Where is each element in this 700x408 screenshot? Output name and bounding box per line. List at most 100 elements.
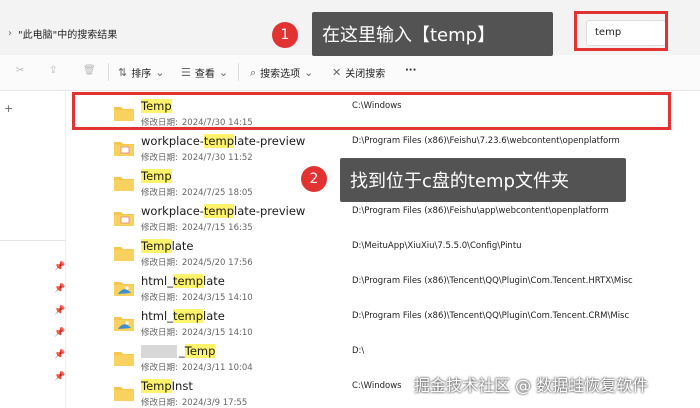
folder-app-icon	[114, 210, 134, 226]
folder-icon	[114, 385, 134, 401]
modified-date-value: 2024/3/9 17:55	[181, 398, 248, 408]
file-name: html_template	[141, 309, 225, 323]
navigation-pane: + 📌 📌 📌 📌 📌 📌	[0, 92, 66, 408]
command-bar: ✂ ⇪ 🗑 ⇅ 排序 ⌄ ☰ 查看 ⌄ ⌕ 搜索选项 ⌄ ✕ 关闭搜索 ···	[0, 55, 700, 91]
file-path: D:\	[352, 346, 365, 356]
file-name-match: temp	[203, 204, 235, 218]
search-highlight-box	[574, 11, 668, 51]
file-name-prefix: workplace-	[141, 204, 204, 218]
modified-date-value: 2024/3/15 14:10	[181, 328, 253, 338]
modified-date-label: 修改日期:	[141, 398, 178, 408]
file-name-suffix: late	[203, 309, 225, 323]
search-options-button[interactable]: ⌕ 搜索选项 ⌄	[250, 65, 314, 81]
folder-image-icon	[114, 280, 134, 296]
breadcrumb[interactable]: › "此电脑"中的搜索结果	[8, 26, 117, 41]
close-search-label: 关闭搜索	[345, 69, 386, 80]
file-path: D:\Program Files (x86)\Feishu\app\webcon…	[352, 206, 609, 216]
file-name-match: temp	[203, 134, 235, 148]
callout-step-1: 在这里输入【temp】	[312, 12, 553, 56]
modified-date-value: 2024/3/11 10:04	[181, 363, 253, 373]
pin-icon[interactable]: 📌	[54, 372, 65, 382]
file-name-match: Temp	[141, 169, 172, 183]
modified-date-label: 修改日期:	[141, 328, 178, 338]
close-search-button[interactable]: ✕ 关闭搜索	[332, 65, 385, 80]
search-options-label: 搜索选项	[260, 69, 301, 80]
delete-icon[interactable]: 🗑	[83, 65, 96, 76]
modified-date-label: 修改日期:	[141, 258, 178, 268]
file-name-suffix: late	[171, 239, 194, 253]
file-name-suffix: Inst	[171, 379, 193, 393]
file-modified-date: 修改日期: 2024/3/9 17:55	[141, 396, 247, 408]
file-name-match: temp	[172, 274, 204, 288]
pin-icon[interactable]: 📌	[54, 328, 65, 338]
sort-button[interactable]: ⇅ 排序 ⌄	[118, 65, 164, 80]
file-name: Template	[141, 239, 193, 253]
more-button[interactable]: ···	[405, 65, 416, 76]
file-path: D:\Program Files (x86)\Tencent\QQ\Plugin…	[352, 276, 633, 286]
folder-app-icon	[114, 140, 134, 156]
file-name-prefix: html_	[141, 274, 173, 288]
file-path: D:\MeituApp\XiuXiu\7.5.5.0\Config\Pintu	[352, 241, 522, 251]
sort-label: 排序	[131, 69, 152, 80]
pin-icon[interactable]: 📌	[54, 284, 65, 294]
modified-date-value: 2024/3/15 14:10	[181, 293, 253, 303]
view-icon: ☰	[181, 66, 191, 79]
toolbar-divider	[238, 63, 239, 81]
file-path: C:\Windows	[352, 381, 402, 391]
file-path: D:\Program Files (x86)\Tencent\QQ\Plugin…	[352, 311, 630, 321]
file-row[interactable]: _Temp 修改日期: 2024/3/11 10:04 D:\	[66, 340, 700, 375]
file-name: workplace-template-preview	[141, 134, 305, 148]
folder-icon	[114, 245, 134, 261]
file-name-match: temp	[172, 309, 204, 323]
file-row[interactable]: workplace-template-preview 修改日期: 2024/7/15…	[66, 200, 700, 235]
file-modified-date: 修改日期: 2024/7/30 11:52	[141, 151, 253, 163]
file-name: workplace-template-preview	[141, 204, 305, 218]
modified-date-value: 2024/7/25 18:05	[181, 188, 253, 198]
file-path: D:\Program Files (x86)\Feishu\7.23.6\web…	[352, 136, 620, 146]
plus-icon[interactable]: +	[4, 102, 13, 115]
modified-date-label: 修改日期:	[141, 188, 178, 198]
watermark: 掘金技术社区 @ 数据蛙恢复软件	[414, 376, 649, 395]
file-name-suffix: late-preview	[234, 204, 306, 218]
file-modified-date: 修改日期: 2024/7/25 18:05	[141, 186, 253, 198]
modified-date-label: 修改日期:	[141, 223, 178, 233]
close-icon: ✕	[332, 66, 342, 79]
chevron-right-icon[interactable]: ›	[8, 28, 12, 39]
file-name: _Temp	[141, 344, 216, 358]
file-name-suffix: late-preview	[234, 134, 306, 148]
file-row[interactable]: html_template 修改日期: 2024/3/15 14:10 D:\Prog…	[66, 270, 700, 305]
file-name-prefix: _	[179, 344, 185, 358]
chevron-down-icon: ⌄	[155, 66, 165, 79]
modified-date-label: 修改日期:	[141, 153, 178, 163]
search-icon: ⌕	[250, 65, 257, 79]
pin-icon[interactable]: 📌	[54, 262, 65, 272]
pin-icon[interactable]: 📌	[54, 350, 65, 360]
file-name: Temp	[141, 169, 172, 183]
file-name: html_template	[141, 274, 225, 288]
cut-icon[interactable]: ✂	[16, 65, 24, 76]
chevron-down-icon: ⌄	[304, 66, 314, 79]
breadcrumb-label: "此电脑"中的搜索结果	[18, 30, 118, 41]
modified-date-label: 修改日期:	[141, 293, 178, 303]
file-row[interactable]: Template 修改日期: 2024/5/20 17:56 D:\MeituApp\…	[66, 235, 700, 270]
file-modified-date: 修改日期: 2024/5/20 17:56	[141, 256, 253, 268]
view-button[interactable]: ☰ 查看 ⌄	[181, 65, 228, 80]
search-results-list: Temp 修改日期: 2024/7/30 14:15 C:\Windows workpl…	[66, 92, 700, 408]
file-row[interactable]: html_template 修改日期: 2024/3/15 14:10 D:\Prog…	[66, 305, 700, 340]
file-modified-date: 修改日期: 2024/3/11 10:04	[141, 361, 253, 373]
file-name-suffix: late	[203, 274, 225, 288]
modified-date-value: 2024/7/15 16:35	[181, 223, 253, 233]
modified-date-value: 2024/7/30 11:52	[181, 153, 253, 163]
folder-icon	[114, 350, 134, 366]
file-name-match: Temp	[184, 344, 216, 358]
file-modified-date: 修改日期: 2024/3/15 14:10	[141, 326, 253, 338]
toolbar-divider	[108, 63, 109, 81]
file-modified-date: 修改日期: 2024/3/15 14:10	[141, 291, 253, 303]
file-name-prefix: html_	[141, 309, 173, 323]
folder-image-icon	[114, 315, 134, 331]
result-highlight-box	[72, 92, 671, 130]
file-name: TempInst	[141, 379, 193, 393]
pin-icon[interactable]: 📌	[54, 306, 65, 316]
nav-divider	[0, 240, 66, 241]
share-icon[interactable]: ⇪	[49, 65, 57, 76]
